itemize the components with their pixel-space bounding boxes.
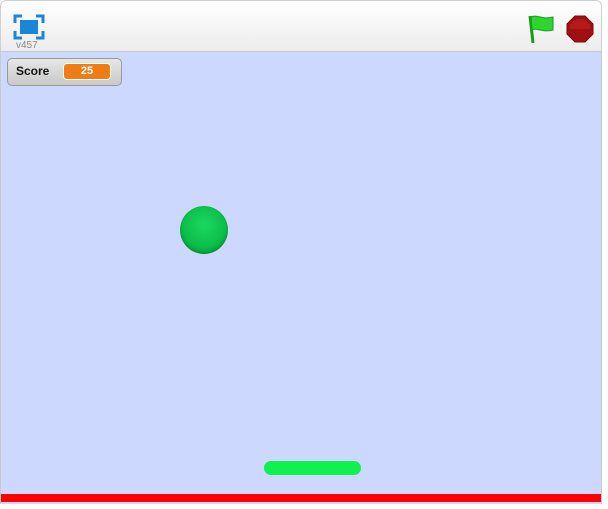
version-label: v457 [16,40,38,51]
score-label: Score [16,64,50,78]
green-flag-button[interactable] [527,14,555,44]
game-stage[interactable]: Score 25 [0,52,602,504]
scratch-player: v457 Score 25 [0,0,608,509]
paddle-sprite[interactable] [264,461,361,475]
score-value: 25 [63,63,111,80]
green-flag-icon [528,15,554,44]
floor-line [1,494,601,502]
stop-icon [566,15,594,43]
ball-sprite [180,206,228,254]
stop-button[interactable] [566,15,594,43]
fullscreen-icon [13,14,45,40]
score-monitor: Score 25 [7,58,122,86]
fullscreen-button[interactable] [13,14,45,40]
player-toolbar: v457 [0,0,602,52]
